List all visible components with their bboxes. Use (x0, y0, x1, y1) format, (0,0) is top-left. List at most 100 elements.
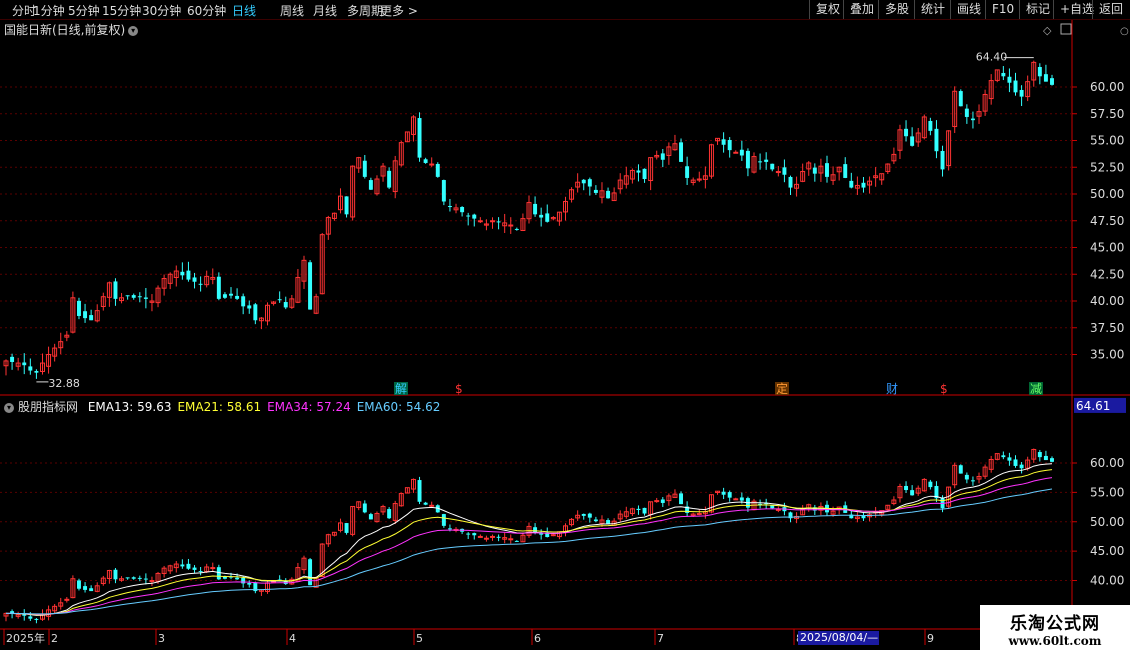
event-marker-3[interactable]: 财 (886, 382, 898, 396)
main-candle-body (89, 315, 94, 321)
indicator-candle-body (210, 567, 216, 570)
main-candle-body (788, 176, 793, 188)
indicator-candle-body (514, 540, 519, 542)
indicator-candle-body (1019, 464, 1024, 469)
price-axis-label: 60.00 (1090, 80, 1124, 94)
indicator-candle-body (186, 563, 191, 569)
main-candle-body (113, 281, 118, 299)
main-candle-body (587, 179, 592, 187)
indicator-candle-body (192, 567, 197, 570)
ema-line-34 (6, 477, 1053, 615)
main-candle-body (964, 108, 969, 117)
main-candle-body (222, 294, 227, 298)
event-marker-0[interactable]: 解 (395, 382, 407, 396)
indicator-candle-body (904, 485, 909, 491)
indicator-candle-body (1037, 452, 1042, 458)
indicator-candle-body (89, 588, 94, 592)
indicator-candle-body (143, 578, 148, 580)
indicator-candle-body (739, 497, 744, 501)
main-candle-body (247, 305, 252, 309)
main-candle-body (441, 180, 446, 202)
main-candle-body (581, 179, 586, 184)
indicator-candle-body (721, 491, 726, 495)
indicator-candle-body (222, 576, 227, 579)
main-candle-body (1013, 80, 1018, 93)
price-chart[interactable]: 60.00 57.50 55.00 52.50 50.00 47.50 45.00 42.50… (0, 0, 1130, 650)
main-candle-body (125, 295, 130, 297)
main-candle-body (514, 228, 519, 230)
main-candle-body (447, 206, 452, 208)
main-candle-body (368, 180, 373, 190)
current-value-label: 64.61 (1076, 399, 1110, 413)
indicator-candle-body (466, 533, 471, 535)
main-candle-body (235, 295, 240, 299)
main-candle-body (460, 206, 465, 213)
price-axis-label: 52.50 (1090, 160, 1124, 174)
indicator-candle-body (368, 514, 373, 520)
indicator-candle-body (447, 528, 452, 530)
main-candle-body (758, 161, 763, 163)
indicator-candle-body (928, 481, 933, 488)
indicator-candle-body (508, 538, 514, 541)
indicator-candle-body (308, 559, 313, 586)
event-marker-2[interactable]: 定 (776, 381, 788, 396)
indicator-candle-body (550, 534, 556, 537)
main-candle-body (825, 163, 829, 177)
indicator-candle-body (733, 498, 739, 501)
main-candle-body (642, 168, 647, 180)
main-candle-body (745, 150, 750, 169)
main-candle-body (733, 151, 739, 154)
main-candle-body (775, 171, 781, 174)
main-candle-body (904, 128, 909, 137)
main-candle-body (843, 164, 848, 178)
main-candle-body (192, 277, 197, 282)
main-candle-body (1050, 78, 1054, 85)
indicator-candle-body (593, 519, 598, 522)
main-candle-body (928, 120, 933, 131)
main-candle-body (198, 283, 203, 285)
time-axis-label: 6 (534, 632, 541, 645)
main-candle-body (137, 296, 142, 298)
indicator-candle-body (1050, 458, 1054, 462)
price-axis-label: 42.50 (1090, 267, 1124, 281)
main-candle-body (283, 302, 288, 308)
main-candle-body (28, 366, 33, 371)
main-candle-body (533, 203, 538, 215)
main-candle-body (739, 149, 744, 156)
main-candle-body (727, 140, 732, 151)
event-marker-1[interactable]: $ (455, 382, 463, 396)
main-candle-body (277, 299, 282, 301)
indicator-candle-body (77, 580, 81, 589)
time-axis-label: 5 (416, 632, 423, 645)
main-candle-body (417, 118, 422, 158)
indicator-candle-body (970, 480, 975, 482)
main-candle-body (849, 180, 854, 188)
indicator-candle-body (417, 480, 422, 502)
indicator-candle-body (472, 533, 477, 536)
indicator-candle-body (490, 535, 495, 538)
main-candle-body (721, 139, 726, 145)
main-candle-body (216, 276, 221, 299)
main-candle-body (1037, 66, 1042, 77)
indicator-candle-body (247, 582, 252, 585)
indicator-candle-body (587, 513, 592, 518)
main-candle-body (186, 270, 191, 280)
indicator-candle-body (679, 493, 684, 505)
indicator-candle-body (727, 492, 732, 498)
indicator-candle-body (477, 535, 483, 538)
indicator-candle-body (344, 523, 349, 533)
event-marker-5[interactable]: 减 (1030, 382, 1042, 396)
indicator-candle-body (198, 571, 203, 573)
main-candle-body (496, 221, 501, 223)
main-candle-body (472, 214, 477, 219)
main-candle-body (241, 296, 246, 307)
main-candle-body (131, 295, 136, 298)
indicator-candle-body (910, 490, 915, 496)
price-axis-label: 37.50 (1090, 321, 1124, 335)
price-axis-label: 50.00 (1090, 187, 1124, 201)
main-candle-body (477, 220, 483, 223)
event-marker-4[interactable]: $ (940, 382, 948, 396)
time-axis-label: 3 (158, 632, 165, 645)
main-candle-body (636, 170, 641, 173)
indicator-candle-body (180, 564, 185, 567)
